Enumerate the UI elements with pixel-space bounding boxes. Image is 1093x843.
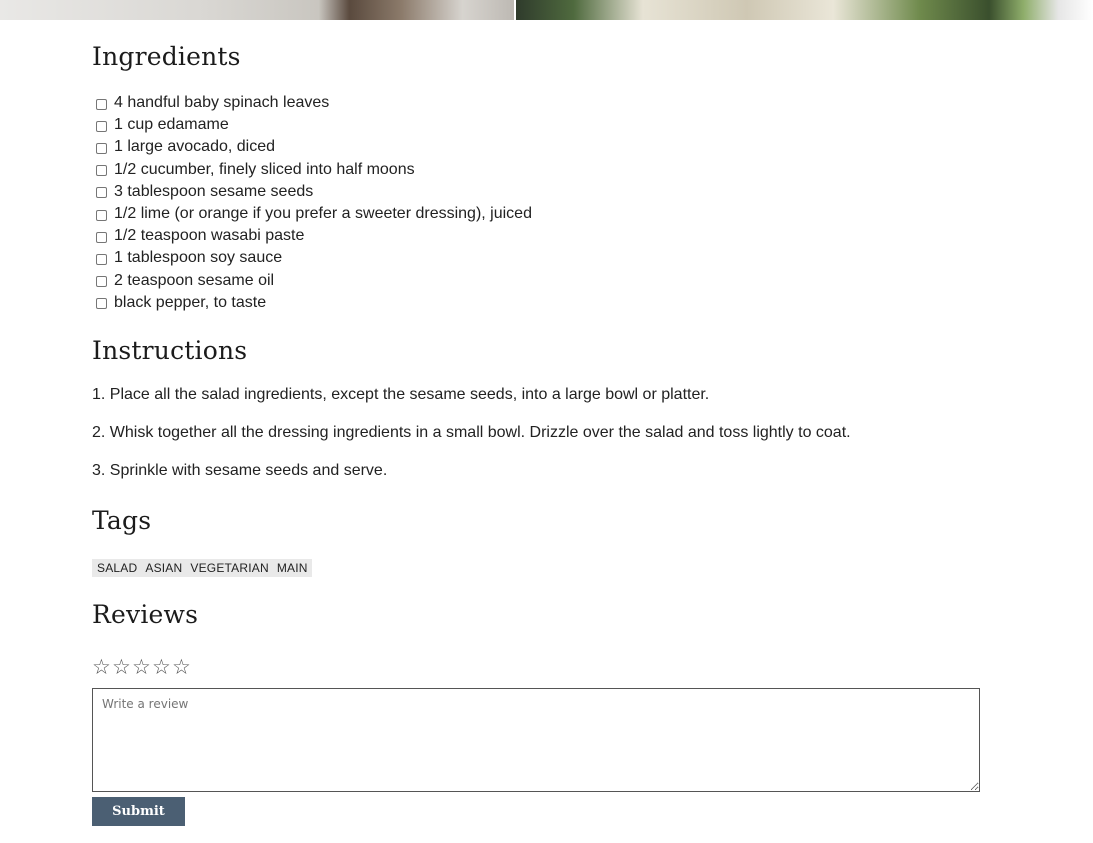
ingredient-checkbox[interactable]	[96, 142, 107, 154]
ingredient-label: 1/2 teaspoon wasabi paste	[114, 227, 305, 245]
tags-heading: Tags	[92, 506, 152, 535]
ingredient-item[interactable]: 1 large avocado, diced	[92, 136, 532, 158]
ingredient-item[interactable]: 4 handful baby spinach leaves	[92, 92, 532, 114]
star-icon[interactable]: ☆	[172, 656, 192, 678]
tag-link[interactable]: SALAD	[97, 561, 137, 575]
ingredient-checkbox[interactable]	[96, 165, 107, 177]
ingredient-label: 4 handful baby spinach leaves	[114, 94, 330, 112]
ingredient-label: 1 tablespoon soy sauce	[114, 249, 283, 267]
star-icon[interactable]: ☆	[152, 656, 172, 678]
ingredient-item[interactable]: 2 teaspoon sesame oil	[92, 270, 532, 292]
review-textarea[interactable]	[92, 688, 980, 792]
hero-image-left	[0, 0, 514, 20]
ingredient-checkbox[interactable]	[96, 209, 107, 221]
star-icon[interactable]: ☆	[92, 656, 112, 678]
ingredient-checkbox[interactable]	[96, 231, 107, 243]
instruction-step: 3. Sprinkle with sesame seeds and serve.	[92, 462, 388, 479]
ingredient-checkbox[interactable]	[96, 98, 107, 110]
hero-image-right	[516, 0, 1093, 20]
tag-link[interactable]: MAIN	[277, 561, 308, 575]
tag-link[interactable]: ASIAN	[145, 561, 182, 575]
ingredient-item[interactable]: 1/2 cucumber, finely sliced into half mo…	[92, 159, 532, 181]
ingredient-checkbox[interactable]	[96, 253, 107, 265]
ingredient-label: 1 cup edamame	[114, 116, 229, 134]
star-rating[interactable]: ☆ ☆ ☆ ☆ ☆	[92, 656, 192, 678]
star-icon[interactable]: ☆	[132, 656, 152, 678]
ingredient-label: 1 large avocado, diced	[114, 138, 275, 156]
ingredient-item[interactable]: 1/2 lime (or orange if you prefer a swee…	[92, 203, 532, 225]
ingredient-item[interactable]: 3 tablespoon sesame seeds	[92, 181, 532, 203]
star-icon[interactable]: ☆	[112, 656, 132, 678]
ingredient-checkbox[interactable]	[96, 298, 107, 310]
ingredient-item[interactable]: black pepper, to taste	[92, 292, 532, 314]
tag-link[interactable]: VEGETARIAN	[190, 561, 268, 575]
ingredient-list: 4 handful baby spinach leaves 1 cup edam…	[92, 92, 532, 314]
ingredient-label: 3 tablespoon sesame seeds	[114, 182, 314, 200]
ingredient-checkbox[interactable]	[96, 276, 107, 288]
ingredient-checkbox[interactable]	[96, 187, 107, 199]
ingredient-label: 2 teaspoon sesame oil	[114, 271, 275, 289]
instruction-step: 2. Whisk together all the dressing ingre…	[92, 424, 851, 441]
tag-list: SALAD ASIAN VEGETARIAN MAIN	[92, 559, 312, 577]
ingredient-item[interactable]: 1 tablespoon soy sauce	[92, 247, 532, 269]
ingredients-heading: Ingredients	[92, 42, 241, 71]
submit-button[interactable]: Submit	[92, 797, 185, 826]
hero-image-strip	[0, 0, 1093, 20]
ingredient-label: black pepper, to taste	[114, 293, 267, 311]
instruction-step: 1. Place all the salad ingredients, exce…	[92, 386, 710, 403]
ingredient-checkbox[interactable]	[96, 120, 107, 132]
ingredient-item[interactable]: 1/2 teaspoon wasabi paste	[92, 225, 532, 247]
ingredient-item[interactable]: 1 cup edamame	[92, 114, 532, 136]
ingredient-label: 1/2 cucumber, finely sliced into half mo…	[114, 160, 415, 178]
instructions-heading: Instructions	[92, 336, 248, 365]
reviews-heading: Reviews	[92, 600, 199, 629]
ingredient-label: 1/2 lime (or orange if you prefer a swee…	[114, 205, 532, 223]
